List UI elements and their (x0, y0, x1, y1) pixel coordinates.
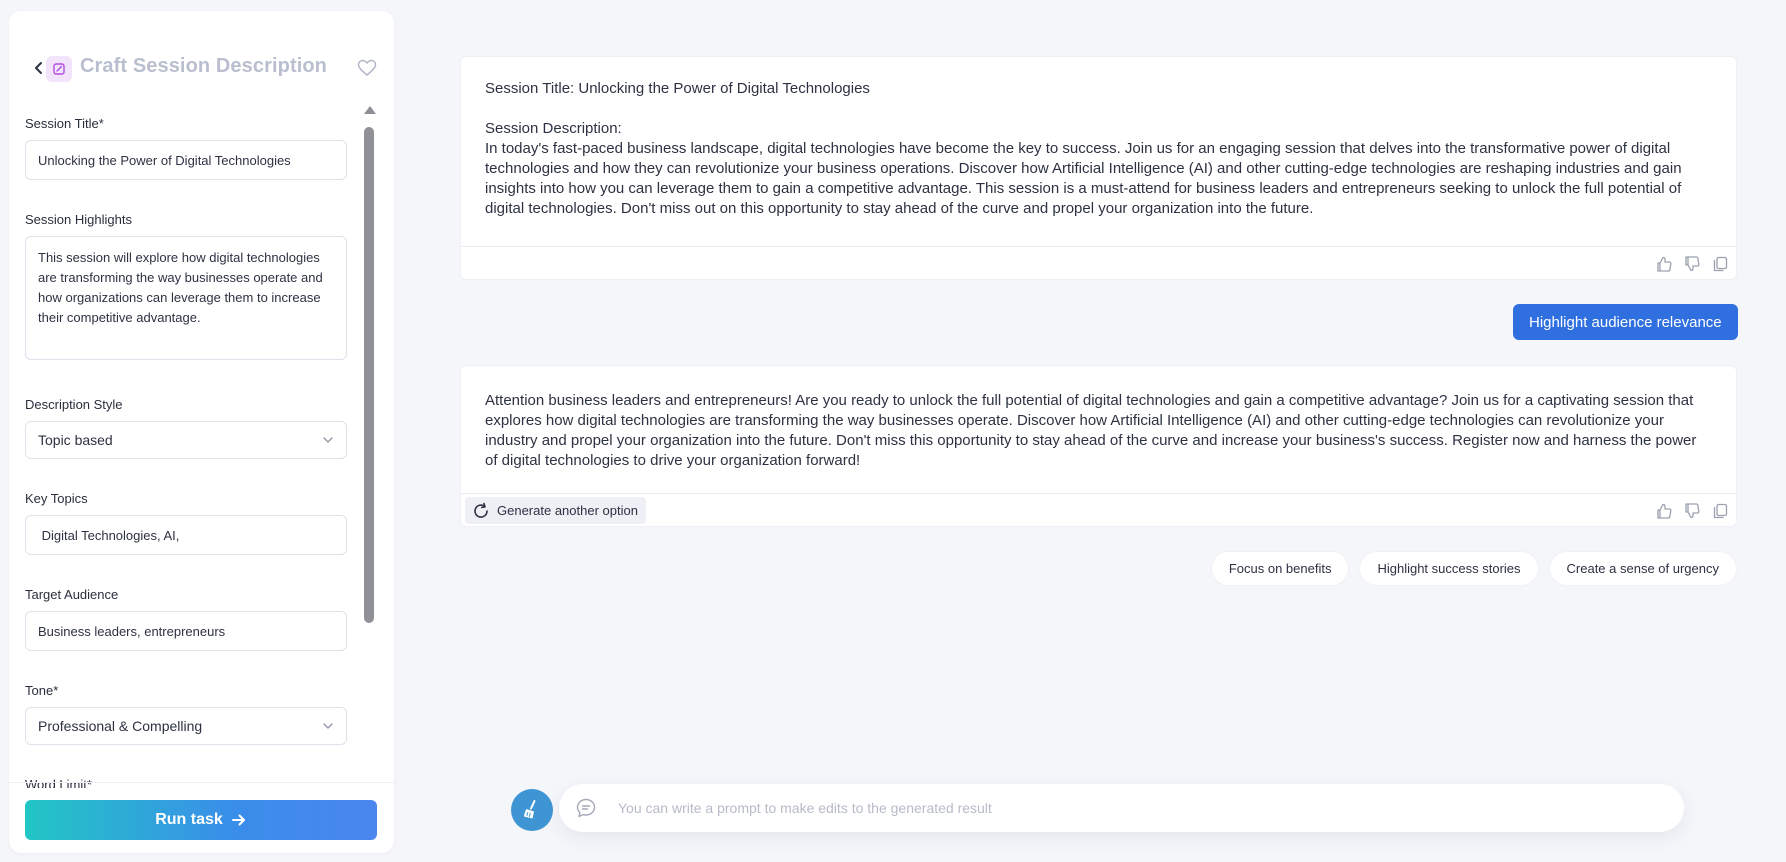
thumbs-up-icon[interactable] (1654, 254, 1674, 274)
result-card-2-body: Attention business leaders and entrepren… (461, 366, 1736, 471)
panel-footer: Run task (9, 782, 394, 853)
description-style-field: Description Style Topic based (25, 397, 357, 459)
panel-header: Craft Session Description (9, 41, 394, 95)
result-card-1: Session Title: Unlocking the Power of Di… (460, 56, 1737, 280)
tone-field: Tone* Professional & Compelling (25, 683, 357, 745)
tone-select[interactable]: Professional & Compelling (25, 707, 347, 745)
description-style-select[interactable]: Topic based (25, 421, 347, 459)
chevron-down-icon (323, 723, 333, 729)
generate-another-option-button[interactable]: Generate another option (465, 497, 646, 524)
back-arrow-icon (35, 62, 42, 74)
session-title-label: Session Title* (25, 116, 104, 131)
tone-label: Tone* (25, 683, 59, 698)
result-card-2: Attention business leaders and entrepren… (460, 365, 1737, 527)
thumbs-down-icon[interactable] (1682, 254, 1702, 274)
prompt-input[interactable] (618, 784, 1668, 832)
edit-task-icon (46, 56, 72, 82)
refresh-icon (474, 502, 488, 518)
session-title-field: Session Title* Unlocking the Power of Di… (25, 116, 357, 180)
task-form: Session Title* Unlocking the Power of Di… (25, 103, 357, 788)
page-title: Craft Session Description (80, 55, 328, 77)
run-task-label: Run task (155, 811, 223, 828)
key-topics-field: Key Topics Digital Technologies, AI, (25, 491, 357, 555)
key-topics-input[interactable]: Digital Technologies, AI, (25, 515, 347, 555)
session-highlights-field: Session Highlights This session will exp… (25, 212, 357, 360)
result-card-2-footer: Generate another option (461, 493, 1736, 526)
prompt-bar (559, 784, 1684, 832)
run-task-button[interactable]: Run task (25, 800, 377, 840)
thumbs-up-icon[interactable] (1654, 501, 1674, 521)
clear-chat-button[interactable] (511, 789, 553, 831)
target-audience-input[interactable]: Business leaders, entrepreneurs (25, 611, 347, 651)
arrow-right-icon (231, 814, 245, 826)
session-highlights-textarea[interactable]: This session will explore how digital te… (25, 236, 347, 360)
key-topics-label: Key Topics (25, 491, 88, 506)
result-2-text: Attention business leaders and entrepren… (485, 392, 1697, 469)
favorite-button[interactable] (355, 56, 379, 80)
task-panel: Craft Session Description Session Title*… (9, 11, 394, 853)
generate-another-option-label: Generate another option (497, 503, 638, 518)
scroll-up-arrow-icon[interactable] (364, 106, 376, 114)
broom-icon (524, 800, 536, 819)
suggestion-chip-create-urgency[interactable]: Create a sense of urgency (1548, 551, 1737, 586)
copy-icon[interactable] (1710, 501, 1730, 521)
result-title-line: Session Title: Unlocking the Power of Di… (485, 80, 870, 97)
heart-icon (357, 59, 377, 76)
description-style-value: Topic based (38, 432, 113, 448)
session-title-input[interactable]: Unlocking the Power of Digital Technolog… (25, 140, 347, 180)
suggestion-chip-focus-on-benefits[interactable]: Focus on benefits (1210, 551, 1350, 586)
chat-bubble-icon (576, 798, 596, 818)
description-style-label: Description Style (25, 397, 123, 412)
thumbs-down-icon[interactable] (1682, 501, 1702, 521)
result-card-1-body: Session Title: Unlocking the Power of Di… (461, 57, 1736, 219)
result-card-1-footer (461, 246, 1736, 279)
suggestion-chips: Focus on benefits Highlight success stor… (1210, 551, 1737, 586)
form-scrollbar[interactable] (362, 95, 376, 795)
session-highlights-label: Session Highlights (25, 212, 132, 227)
result-description-text: In today's fast-paced business landscape… (485, 140, 1682, 217)
result-actions (1654, 501, 1730, 521)
copy-icon[interactable] (1710, 254, 1730, 274)
scroll-thumb[interactable] (364, 127, 374, 623)
result-actions (1654, 254, 1730, 274)
chevron-down-icon (323, 437, 333, 443)
result-description-label: Session Description: (485, 120, 622, 137)
target-audience-field: Target Audience Business leaders, entrep… (25, 587, 357, 651)
suggestion-chip-highlight-success-stories[interactable]: Highlight success stories (1359, 551, 1539, 586)
tone-value: Professional & Compelling (38, 718, 203, 734)
target-audience-label: Target Audience (25, 587, 119, 602)
user-message-bubble: Highlight audience relevance (1513, 304, 1738, 340)
